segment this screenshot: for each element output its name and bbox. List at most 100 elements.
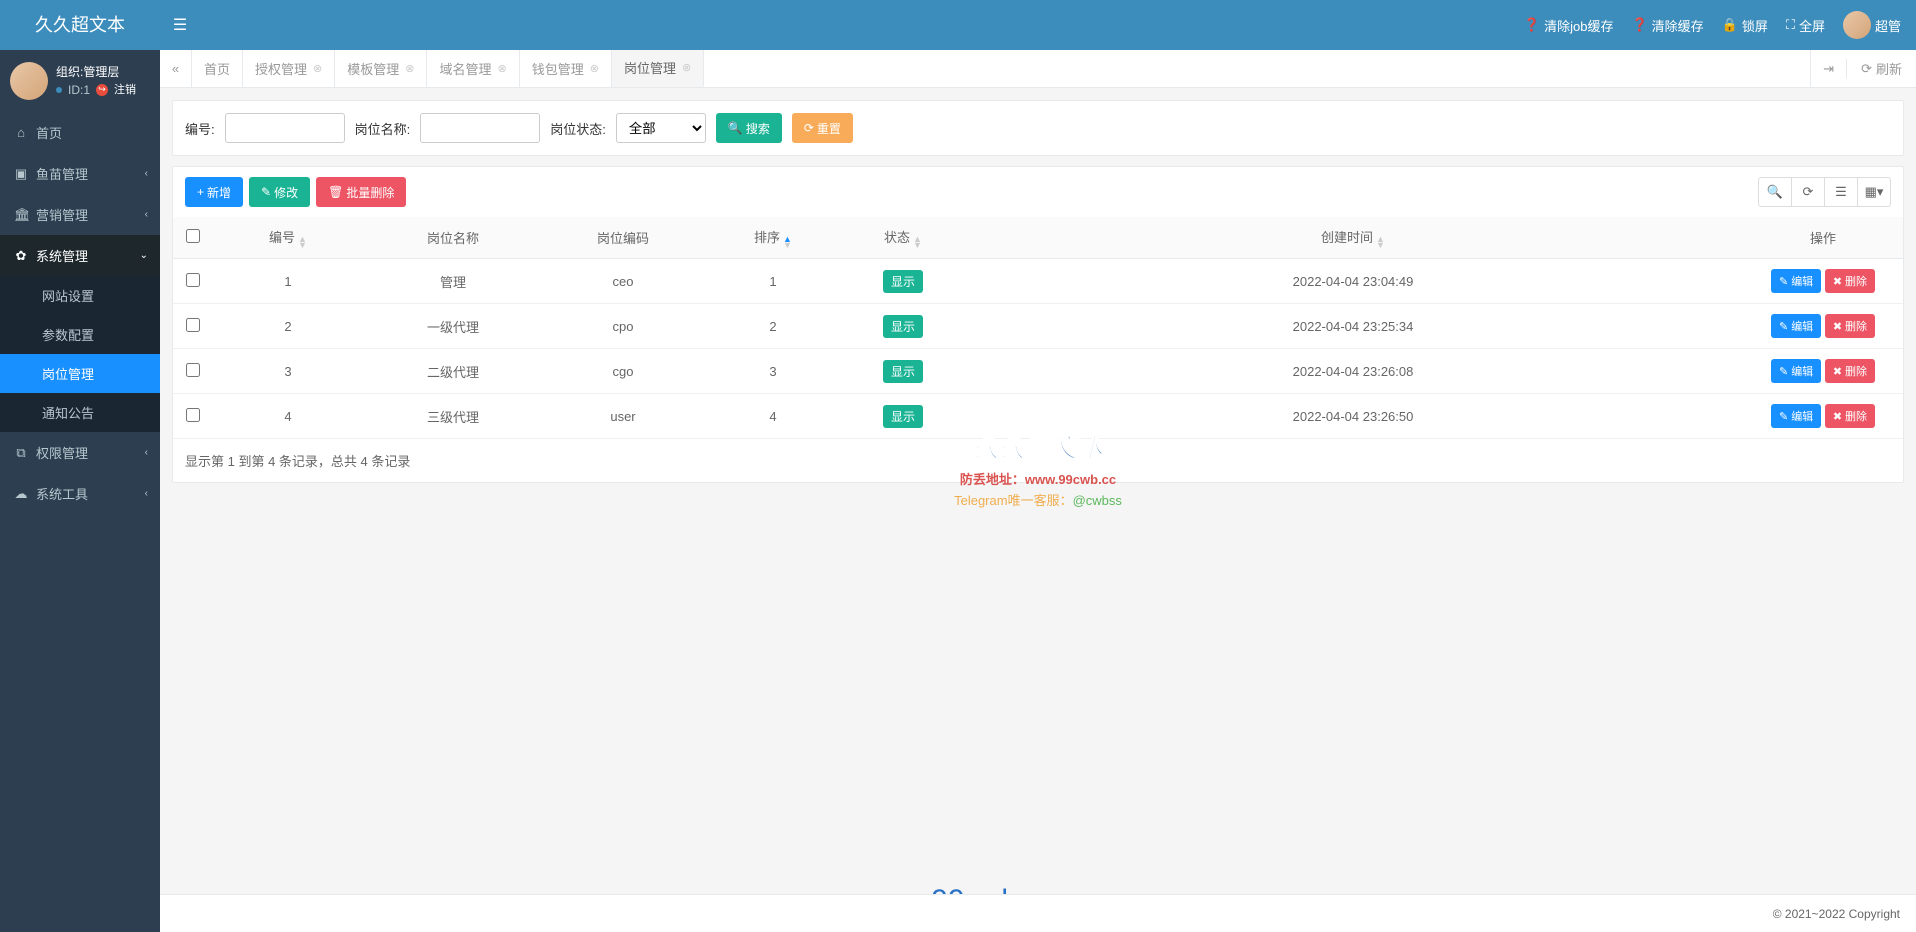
row-checkbox[interactable] (186, 408, 200, 422)
close-icon[interactable]: ⊗ (405, 62, 414, 75)
tab-domain[interactable]: 域名管理⊗ (427, 50, 519, 87)
row-delete-button[interactable]: ✖删除 (1825, 314, 1875, 338)
lock-link[interactable]: 🔒锁屏 (1722, 16, 1768, 35)
table-refresh-button[interactable]: ⟳ (1791, 177, 1825, 207)
submenu-param[interactable]: 参数配置 (0, 315, 160, 354)
marketing-icon: 🏛 (14, 207, 28, 223)
fullscreen-link[interactable]: ⛶全屏 (1786, 16, 1825, 35)
table-footer: 显示第 1 到第 4 条记录，总共 4 条记录 (173, 439, 1903, 482)
tab-wallet[interactable]: 钱包管理⊗ (520, 50, 612, 87)
refresh-button[interactable]: ⟳刷新 (1846, 59, 1916, 78)
close-icon: ✖ (1833, 320, 1842, 333)
row-edit-button[interactable]: ✎编辑 (1771, 359, 1821, 383)
col-sort[interactable]: 排序 (754, 230, 780, 245)
search-button[interactable]: 🔍搜索 (716, 113, 782, 143)
close-icon: ✖ (1833, 365, 1842, 378)
menu-system[interactable]: ✿系统管理⌄ (0, 235, 160, 276)
content: 编号: 岗位名称: 岗位状态: 全部 🔍搜索 ⟳重置 +新增 ✎修改 🗑批量删除… (160, 88, 1916, 932)
row-checkbox[interactable] (186, 363, 200, 377)
select-all-checkbox[interactable] (186, 229, 200, 243)
cell-sort: 2 (703, 304, 843, 349)
table-columns-button[interactable]: ☰ (1824, 177, 1858, 207)
col-created[interactable]: 创建时间 (1321, 230, 1373, 245)
tab-template[interactable]: 模板管理⊗ (335, 50, 427, 87)
row-delete-button[interactable]: ✖删除 (1825, 269, 1875, 293)
user-avatar (10, 62, 48, 100)
close-icon[interactable]: ⊗ (682, 61, 691, 74)
row-checkbox[interactable] (186, 318, 200, 332)
cell-id: 3 (213, 349, 363, 394)
col-code[interactable]: 岗位编码 (543, 217, 703, 259)
tabs-next[interactable]: ⇥ (1810, 50, 1846, 87)
row-delete-button[interactable]: ✖删除 (1825, 404, 1875, 428)
refresh-icon: ⟳ (1861, 61, 1872, 77)
chevron-left-icon: ‹ (145, 209, 148, 220)
edit-button[interactable]: ✎修改 (249, 177, 310, 207)
edit-icon: ✎ (1779, 275, 1788, 288)
col-name[interactable]: 岗位名称 (363, 217, 543, 259)
clear-cache-link[interactable]: ❓清除缓存 (1631, 16, 1703, 35)
close-icon: ✖ (1833, 275, 1842, 288)
close-icon: ✖ (1833, 410, 1842, 423)
tab-auth[interactable]: 授权管理⊗ (243, 50, 335, 87)
cell-created: 2022-04-04 23:04:49 (963, 259, 1743, 304)
chevron-left-icon: ‹ (145, 447, 148, 458)
batch-delete-button[interactable]: 🗑批量删除 (316, 177, 406, 207)
menu-auth[interactable]: ⧉权限管理‹ (0, 432, 160, 473)
table-grid-button[interactable]: ▦▾ (1857, 177, 1891, 207)
close-icon[interactable]: ⊗ (498, 62, 507, 75)
reset-button[interactable]: ⟳重置 (792, 113, 853, 143)
row-edit-button[interactable]: ✎编辑 (1771, 269, 1821, 293)
table-search-button[interactable]: 🔍 (1758, 177, 1792, 207)
avatar (1843, 11, 1871, 39)
cloud-icon: ☁ (14, 486, 28, 502)
list-icon: ☰ (1835, 184, 1847, 200)
id-input[interactable] (225, 113, 345, 143)
topbar-right: ❓清除job缓存 ❓清除缓存 🔒锁屏 ⛶全屏 超管 (1524, 11, 1916, 39)
status-select[interactable]: 全部 (616, 113, 706, 143)
cell-name: 二级代理 (363, 349, 543, 394)
clear-job-cache-link[interactable]: ❓清除job缓存 (1524, 16, 1614, 35)
submenu-site[interactable]: 网站设置 (0, 276, 160, 315)
refresh-icon: ⟳ (1803, 184, 1814, 200)
user-menu[interactable]: 超管 (1843, 11, 1901, 39)
cell-code: ceo (543, 259, 703, 304)
col-status[interactable]: 状态 (884, 230, 910, 245)
row-edit-button[interactable]: ✎编辑 (1771, 314, 1821, 338)
main-menu: ⌂首页 ▣鱼苗管理‹ 🏛营销管理‹ ✿系统管理⌄ 网站设置 参数配置 岗位管理 … (0, 112, 160, 514)
row-checkbox[interactable] (186, 273, 200, 287)
logout-link[interactable]: 注销 (114, 82, 136, 99)
table-row: 3二级代理cgo3显示2022-04-04 23:26:08✎编辑 ✖删除 (173, 349, 1903, 394)
sort-icon: ▲▼ (913, 236, 922, 248)
row-delete-button[interactable]: ✖删除 (1825, 359, 1875, 383)
close-icon[interactable]: ⊗ (590, 62, 599, 75)
brand-logo[interactable]: 久久超文本 (0, 0, 160, 50)
tab-home-icon[interactable]: « (160, 50, 192, 87)
submenu-post[interactable]: 岗位管理 (0, 354, 160, 393)
tab-home[interactable]: 首页 (192, 50, 243, 87)
menu-home[interactable]: ⌂首页 (0, 112, 160, 153)
name-label: 岗位名称: (355, 119, 411, 138)
close-icon[interactable]: ⊗ (313, 62, 322, 75)
menu-marketing[interactable]: 🏛营销管理‹ (0, 194, 160, 235)
table-panel: +新增 ✎修改 🗑批量删除 🔍 ⟳ ☰ ▦▾ 编号 ▲▼ (172, 166, 1904, 483)
col-id[interactable]: 编号 (269, 230, 295, 245)
menu-fish[interactable]: ▣鱼苗管理‹ (0, 153, 160, 194)
name-input[interactable] (420, 113, 540, 143)
lock-icon: 🔒 (1722, 17, 1738, 33)
main-area: « 首页 授权管理⊗ 模板管理⊗ 域名管理⊗ 钱包管理⊗ 岗位管理⊗ ⇥ ⟳刷新… (160, 50, 1916, 932)
submenu-notice[interactable]: 通知公告 (0, 393, 160, 432)
menu-tools[interactable]: ☁系统工具‹ (0, 473, 160, 514)
data-table: 编号▲▼ 岗位名称 岗位编码 排序▲▼ 状态▲▼ 创建时间▲▼ 操作 1管理ce… (173, 217, 1903, 439)
user-id: ID:1 (68, 81, 90, 99)
help-icon: ❓ (1631, 17, 1647, 33)
tab-post[interactable]: 岗位管理⊗ (612, 50, 704, 87)
tabbar: « 首页 授权管理⊗ 模板管理⊗ 域名管理⊗ 钱包管理⊗ 岗位管理⊗ ⇥ ⟳刷新 (160, 50, 1916, 88)
col-action: 操作 (1743, 217, 1903, 259)
add-button[interactable]: +新增 (185, 177, 243, 207)
sidebar-toggle[interactable]: ☰ (160, 15, 200, 35)
cell-name: 一级代理 (363, 304, 543, 349)
row-edit-button[interactable]: ✎编辑 (1771, 404, 1821, 428)
search-icon: 🔍 (1767, 184, 1783, 200)
auth-icon: ⧉ (14, 445, 28, 461)
